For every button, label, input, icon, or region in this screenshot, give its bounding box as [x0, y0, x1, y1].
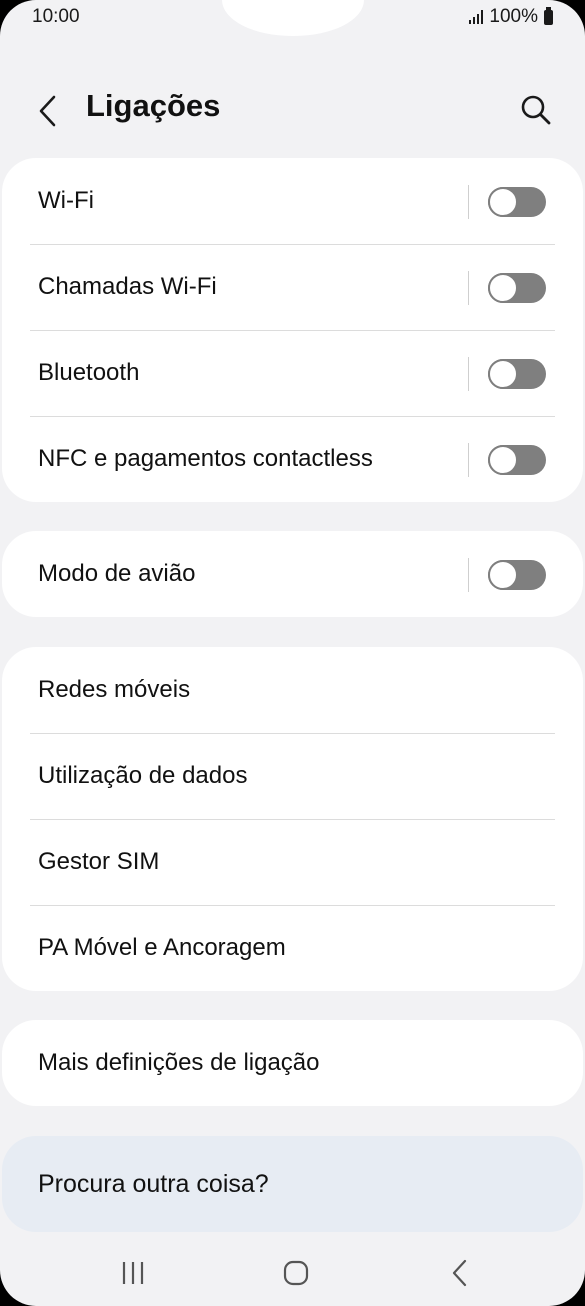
search-suggestion-label: Procura outra coisa?: [38, 1169, 269, 1198]
recents-icon[interactable]: [118, 1260, 148, 1286]
list-item-data-usage[interactable]: Utilização de dados: [2, 733, 583, 819]
vertical-divider: [468, 443, 469, 477]
vertical-divider: [468, 185, 469, 219]
vertical-divider: [468, 271, 469, 305]
list-item-label: Redes móveis: [38, 676, 191, 703]
bluetooth-toggle[interactable]: [488, 359, 546, 389]
home-icon[interactable]: [283, 1260, 309, 1286]
chevron-left-icon[interactable]: [36, 94, 60, 128]
network-card: Redes móveis Utilização de dados Gestor …: [2, 647, 583, 991]
page-title: Ligações: [86, 88, 221, 123]
more-settings-card: Mais definições de ligação: [2, 1020, 583, 1106]
list-item-more-connection-settings[interactable]: Mais definições de ligação: [2, 1020, 583, 1106]
list-item-wifi[interactable]: Wi-Fi: [2, 158, 583, 244]
nfc-toggle[interactable]: [488, 445, 546, 475]
vertical-divider: [468, 357, 469, 391]
list-item-mobile-networks[interactable]: Redes móveis: [2, 647, 583, 733]
status-time: 10:00: [32, 6, 80, 27]
list-item-label: Chamadas Wi-Fi: [38, 273, 217, 300]
list-item-label: PA Móvel e Ancoragem: [38, 934, 286, 961]
list-item-airplane-mode[interactable]: Modo de avião: [2, 531, 583, 617]
list-item-bluetooth[interactable]: Bluetooth: [2, 330, 583, 416]
list-item-label: Wi-Fi: [38, 187, 94, 214]
list-item-label: Mais definições de ligação: [38, 1049, 320, 1076]
list-item-label: NFC e pagamentos contactless: [38, 445, 373, 472]
status-indicators: 100%: [469, 6, 553, 28]
battery-percent: 100%: [489, 6, 538, 27]
airplane-mode-toggle[interactable]: [488, 560, 546, 590]
list-item-label: Modo de avião: [38, 560, 196, 587]
search-suggestion-card[interactable]: Procura outra coisa?: [2, 1136, 583, 1232]
navigation-bar: [0, 1236, 585, 1306]
airplane-card: Modo de avião: [2, 531, 583, 617]
list-item-sim-manager[interactable]: Gestor SIM: [2, 819, 583, 905]
screen: 10:00 100% Ligações Wi-Fi Chamadas Wi-Fi: [0, 0, 585, 1306]
signal-icon: [469, 10, 484, 24]
nav-back-icon[interactable]: [450, 1258, 470, 1288]
connections-card: Wi-Fi Chamadas Wi-Fi Bluetooth NFC e pag…: [2, 158, 583, 502]
status-bar: 10:00 100%: [0, 0, 585, 34]
wifi-toggle[interactable]: [488, 187, 546, 217]
list-item-wifi-calling[interactable]: Chamadas Wi-Fi: [2, 244, 583, 330]
battery-icon: [544, 6, 553, 25]
list-item-label: Gestor SIM: [38, 848, 160, 875]
app-bar: Ligações: [0, 80, 585, 140]
search-icon[interactable]: [520, 94, 552, 126]
list-item-hotspot-tethering[interactable]: PA Móvel e Ancoragem: [2, 905, 583, 991]
list-item-label: Bluetooth: [38, 359, 140, 386]
vertical-divider: [468, 558, 469, 592]
list-item-nfc[interactable]: NFC e pagamentos contactless: [2, 416, 583, 502]
wifi-calling-toggle[interactable]: [488, 273, 546, 303]
list-item-label: Utilização de dados: [38, 762, 248, 789]
